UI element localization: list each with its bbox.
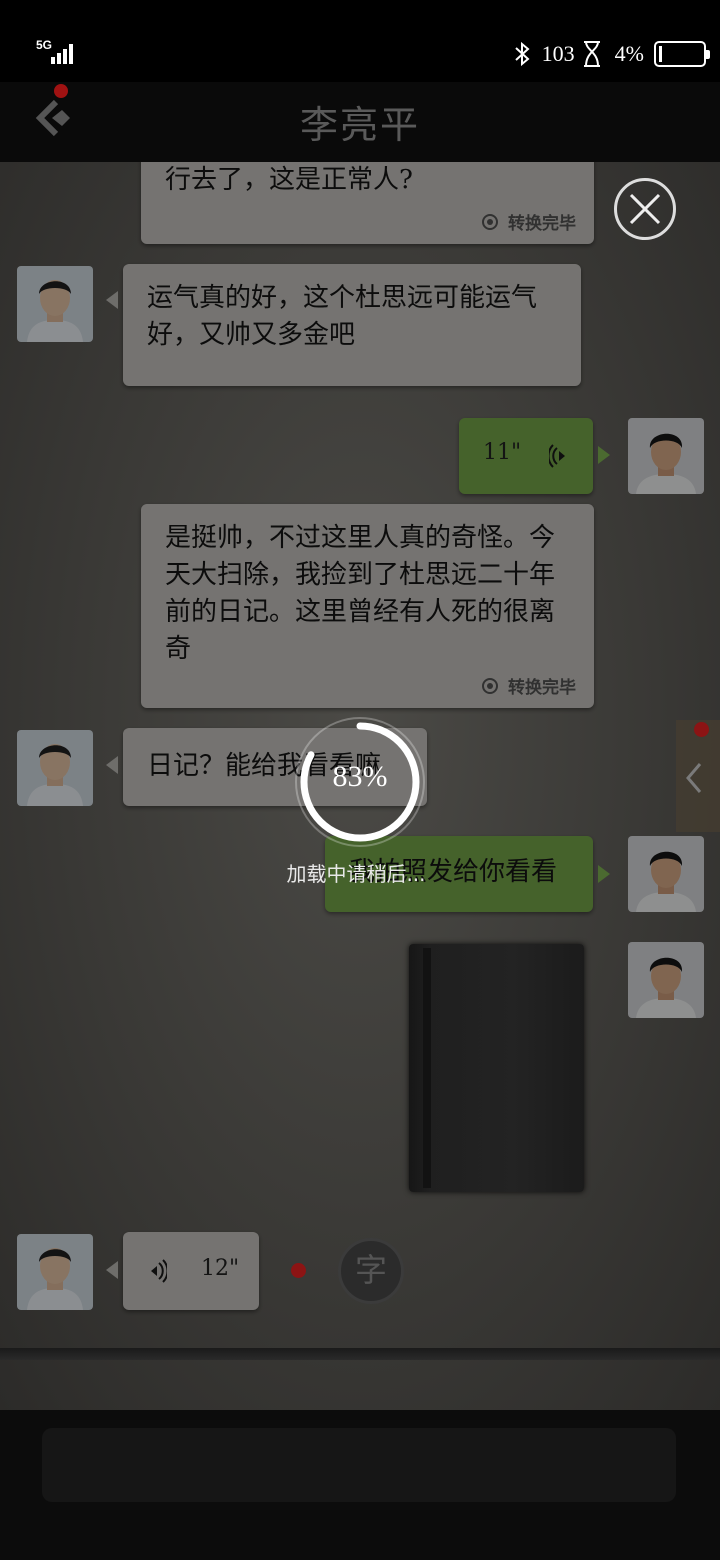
chevron-left-icon — [676, 720, 720, 832]
notification-dot — [694, 722, 709, 737]
radio-icon — [482, 213, 498, 230]
avatar[interactable] — [17, 1234, 93, 1310]
message-text: 是挺帅，不过这里人真的奇怪。今天大扫除，我捡到了杜思远二十年前的日记。这里曾经有… — [165, 523, 556, 664]
message-bubble[interactable]: 日记？能给我看看嘛 — [123, 728, 427, 806]
avatar[interactable] — [628, 836, 704, 912]
message-bubble[interactable]: 是挺帅，不过这里人真的奇怪。今天大扫除，我捡到了杜思远二十年前的日记。这里曾经有… — [141, 504, 594, 708]
message-text: 我拍照发给你看看 — [349, 857, 558, 887]
diary-image[interactable] — [409, 944, 584, 1192]
message-bubble[interactable]: 行去了，这是正常人? 转换完毕 — [141, 162, 594, 244]
data-rate: 103 — [541, 41, 575, 66]
voice-duration: 12" — [201, 1256, 240, 1281]
avatar[interactable] — [17, 730, 93, 806]
hourglass-icon — [583, 41, 600, 67]
unread-voice-dot — [291, 1263, 306, 1278]
signal-icon — [47, 42, 77, 64]
voice-message[interactable]: 12" — [123, 1232, 259, 1310]
page-title: 李亮平 — [299, 103, 420, 147]
message-bubble[interactable]: 运气真的好，这个杜思远可能运气好，又帅又多金吧 — [123, 264, 581, 386]
avatar[interactable] — [628, 418, 704, 494]
chat-header: 李亮平 — [0, 82, 720, 162]
message-bubble[interactable]: 我拍照发给你看看 — [325, 836, 593, 912]
voice-duration: 11" — [483, 440, 522, 465]
convert-to-text-button[interactable]: 字 — [338, 1238, 404, 1304]
message-text: 运气真的好，这个杜思远可能运气好，又帅又多金吧 — [147, 283, 538, 350]
close-button[interactable] — [614, 178, 676, 240]
convert-status: 转换完毕 — [482, 209, 576, 234]
message-text: 日记？能给我看看嘛 — [147, 751, 382, 781]
voice-wave-icon — [151, 1259, 167, 1283]
radio-icon — [482, 677, 498, 694]
side-panel-tab[interactable] — [676, 720, 720, 832]
close-icon — [629, 193, 661, 225]
battery-icon — [654, 41, 710, 67]
status-bar: 5G 103 4% — [0, 0, 720, 82]
message-text: 行去了，这是正常人? — [165, 165, 413, 195]
avatar[interactable] — [17, 266, 93, 342]
avatar[interactable] — [628, 942, 704, 1018]
message-input[interactable] — [42, 1428, 676, 1502]
bluetooth-icon — [514, 41, 530, 67]
divider — [0, 1348, 720, 1360]
convert-status: 转换完毕 — [482, 673, 576, 698]
battery-percent: 4% — [614, 41, 644, 66]
chat-area[interactable]: 行去了，这是正常人? 转换完毕 运气真的好，这个杜思远可能运气好，又帅又多金吧 … — [0, 162, 720, 1410]
voice-message[interactable]: 11" — [459, 418, 593, 494]
input-bar — [0, 1410, 720, 1560]
voice-wave-icon — [549, 444, 565, 468]
